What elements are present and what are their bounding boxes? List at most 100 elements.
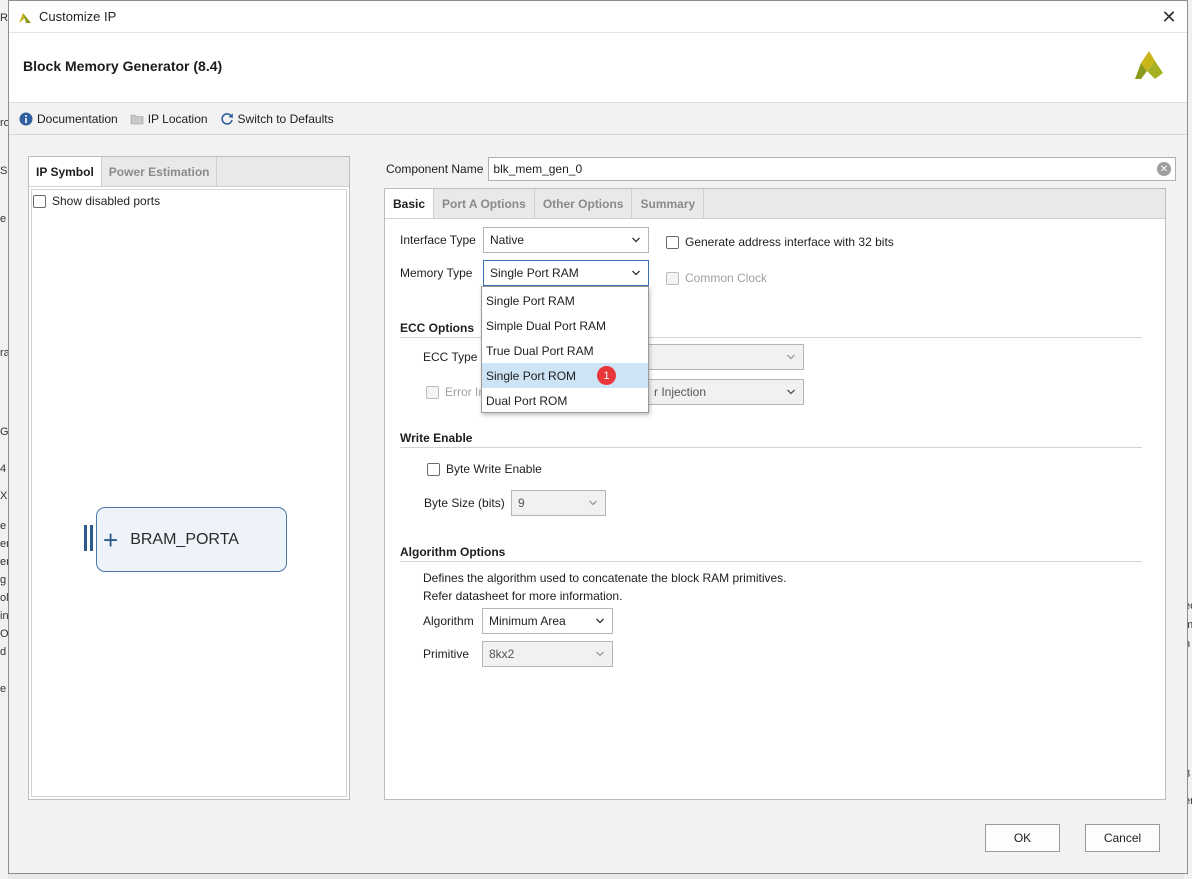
bg-text: er [0, 538, 8, 550]
algorithm-options-heading: Algorithm Options [400, 545, 506, 559]
option-label: Single Port ROM [486, 368, 577, 383]
switch-to-defaults-label: Switch to Defaults [237, 111, 334, 126]
tab-basic[interactable]: Basic [385, 189, 435, 218]
error-injection-label: Error In [445, 385, 486, 399]
algorithm-description-2: Refer datasheet for more information. [423, 589, 623, 603]
option-label: Single Port RAM [486, 293, 575, 308]
bg-text: e [0, 683, 7, 695]
option-label: True Dual Port RAM [486, 343, 594, 358]
config-tabs: Basic Port A Options Other Options Summa… [385, 189, 1165, 219]
documentation-button[interactable]: Documentation [19, 112, 118, 126]
divider [400, 447, 1142, 448]
folder-icon [130, 112, 144, 126]
write-enable-heading: Write Enable [400, 431, 473, 445]
algorithm-select[interactable]: Minimum Area [482, 608, 613, 634]
memory-type-value: Single Port RAM [490, 266, 579, 280]
port-bus-icon [84, 525, 93, 551]
byte-size-value: 9 [518, 496, 525, 510]
memory-type-select[interactable]: Single Port RAM [483, 260, 649, 286]
option-single-port-rom[interactable]: Single Port ROM 1 [482, 363, 648, 388]
bg-text: e [0, 213, 7, 225]
background-app-left: R ro Sc e ra Gc 4 Xl e er er g ol in Ol … [0, 0, 8, 879]
ok-button[interactable]: OK [985, 824, 1060, 852]
component-name-label: Component Name [386, 162, 484, 176]
error-injection-checkbox[interactable]: Error In [426, 385, 485, 399]
close-icon[interactable]: ✕ [1157, 5, 1181, 29]
common-clock-checkbox[interactable]: Common Clock [666, 271, 767, 285]
tab-port-a-options[interactable]: Port A Options [434, 189, 535, 218]
option-single-port-ram[interactable]: Single Port RAM [482, 288, 648, 313]
tab-power-estimation[interactable]: Power Estimation [102, 157, 218, 186]
bg-text: er [0, 556, 8, 568]
component-name-row: Component Name blk_mem_gen_0 ✕ [386, 157, 1176, 181]
cancel-button[interactable]: Cancel [1085, 824, 1160, 852]
interface-type-value: Native [490, 233, 525, 247]
bg-text: e [0, 520, 7, 532]
component-name-input[interactable]: blk_mem_gen_0 ✕ [488, 157, 1176, 181]
ip-location-label: IP Location [147, 111, 208, 126]
option-true-dual-port-ram[interactable]: True Dual Port RAM [482, 338, 648, 363]
ecc-type-select[interactable] [625, 344, 804, 370]
memory-type-dropdown: Single Port RAM Simple Dual Port RAM Tru… [481, 286, 649, 413]
bg-text: g [0, 574, 7, 586]
bg-text: ra [0, 347, 8, 359]
error-injection-type-select[interactable]: r Injection [625, 379, 804, 405]
generate-address-checkbox[interactable]: Generate address interface with 32 bits [666, 235, 894, 249]
byte-size-select[interactable]: 9 [511, 490, 606, 516]
clear-icon[interactable]: ✕ [1157, 162, 1171, 176]
byte-write-enable-checkbox[interactable]: Byte Write Enable [427, 462, 542, 476]
customize-ip-dialog: Customize IP ✕ Block Memory Generator (8… [8, 0, 1188, 874]
primitive-select[interactable]: 8kx2 [482, 641, 613, 667]
checkbox-icon [33, 194, 46, 208]
step-badge: 1 [597, 366, 616, 385]
option-dual-port-rom[interactable]: Dual Port ROM [482, 388, 648, 413]
dialog-header: Block Memory Generator (8.4) [9, 33, 1187, 103]
tab-summary[interactable]: Summary [632, 189, 705, 218]
option-label: Dual Port ROM [486, 393, 568, 408]
chevron-down-icon [589, 500, 597, 506]
bg-text: 4 [0, 463, 7, 475]
ip-location-button[interactable]: IP Location [130, 112, 208, 126]
interface-type-select[interactable]: Native [483, 227, 649, 253]
option-simple-dual-port-ram[interactable]: Simple Dual Port RAM [482, 313, 648, 338]
algorithm-value: Minimum Area [489, 614, 566, 628]
generate-address-label: Generate address interface with 32 bits [685, 235, 894, 249]
bg-text: ol [0, 592, 8, 604]
divider [400, 561, 1142, 562]
bg-text: in [0, 610, 8, 622]
common-clock-label: Common Clock [685, 271, 768, 285]
show-disabled-ports-label: Show disabled ports [52, 194, 161, 208]
bg-text: Ol [0, 628, 8, 640]
bg-text: R [0, 12, 8, 24]
show-disabled-ports-checkbox[interactable]: Show disabled ports [33, 194, 160, 208]
chevron-down-icon [787, 354, 795, 360]
ip-title: Block Memory Generator (8.4) [23, 58, 223, 74]
component-name-value: blk_mem_gen_0 [493, 162, 583, 176]
error-injection-value: r Injection [654, 385, 707, 399]
checkbox-icon [426, 385, 439, 399]
configuration-panel: Basic Port A Options Other Options Summa… [384, 188, 1166, 800]
checkbox-icon [427, 462, 440, 476]
option-label: Simple Dual Port RAM [486, 318, 607, 333]
expand-plus-icon[interactable]: + [103, 527, 118, 553]
checkbox-icon [666, 271, 679, 285]
primitive-value: 8kx2 [489, 647, 515, 661]
tab-ip-symbol[interactable]: IP Symbol [29, 157, 102, 186]
bg-text: Sc [0, 165, 8, 177]
ip-symbol-panel: IP Symbol Power Estimation Show disabled… [28, 156, 350, 800]
vivado-logo-icon [19, 12, 31, 23]
chevron-down-icon [632, 237, 640, 243]
documentation-label: Documentation [37, 111, 118, 126]
checkbox-icon [666, 235, 679, 249]
algorithm-label: Algorithm [423, 614, 474, 628]
switch-to-defaults-button[interactable]: Switch to Defaults [220, 112, 334, 126]
bg-text: Gc [0, 426, 8, 438]
bram-porta-interface[interactable]: + BRAM_PORTA [96, 507, 287, 572]
memory-type-label: Memory Type [400, 266, 473, 280]
ecc-type-label: ECC Type [423, 350, 478, 364]
xilinx-logo-icon [1135, 51, 1163, 79]
bg-text: d [0, 646, 7, 658]
bram-porta-label: BRAM_PORTA [130, 530, 239, 548]
tab-other-options[interactable]: Other Options [535, 189, 633, 218]
chevron-down-icon [596, 618, 604, 624]
